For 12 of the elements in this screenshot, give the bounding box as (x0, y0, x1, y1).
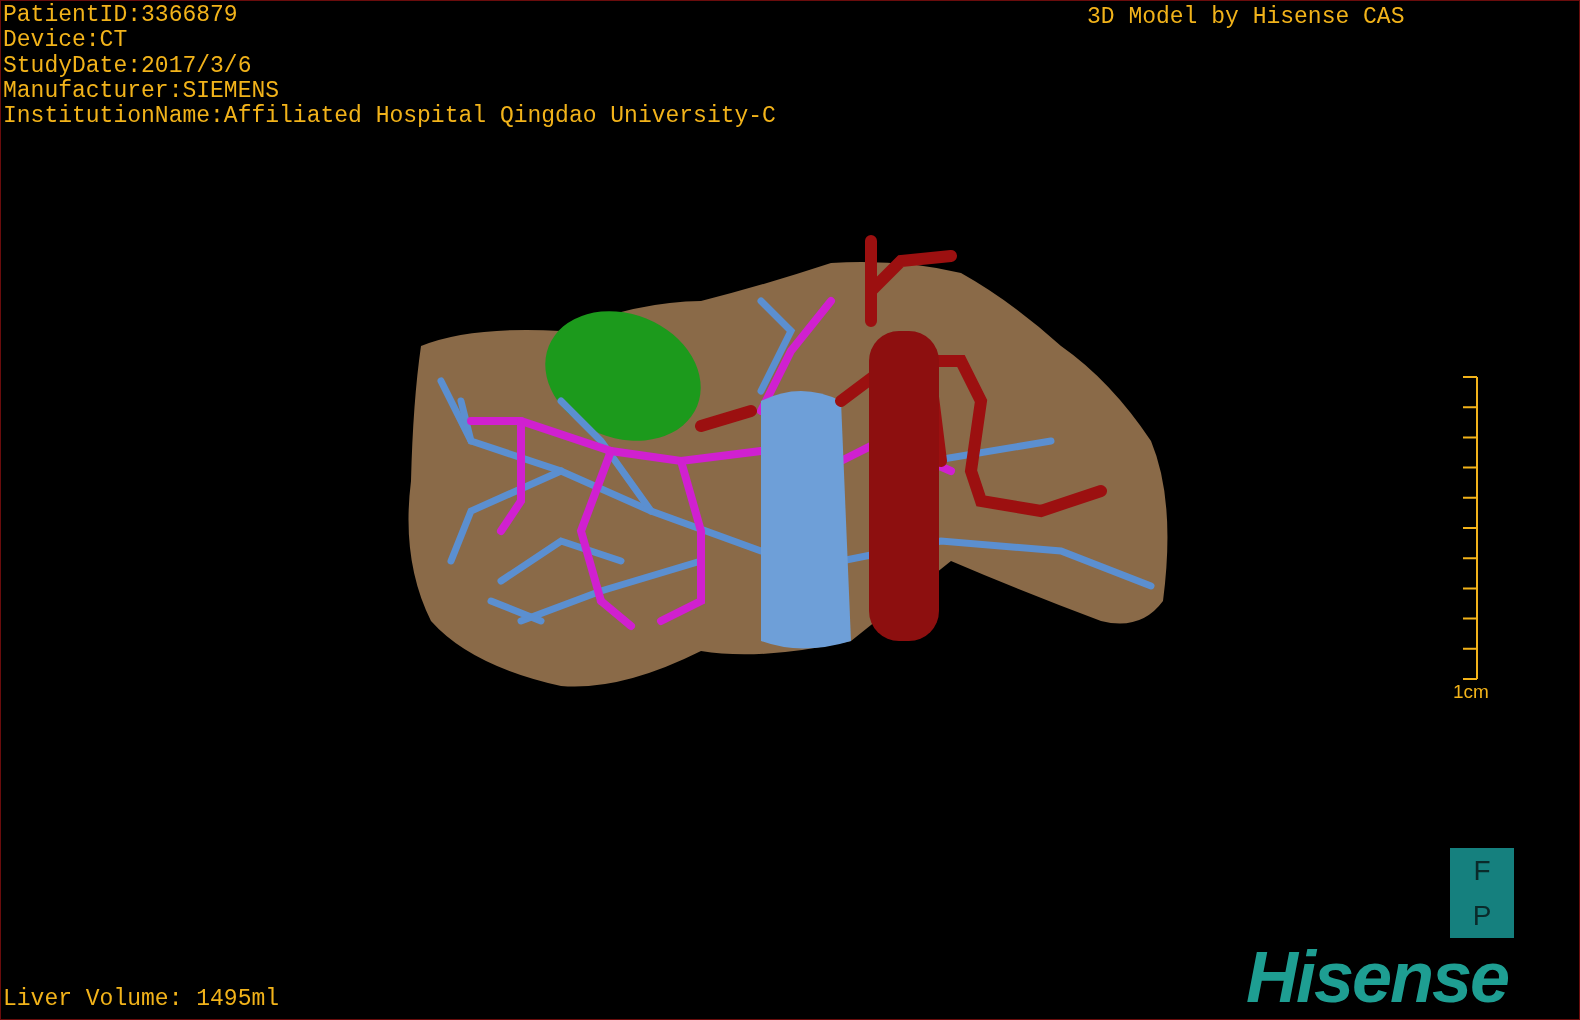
liver-volume: Liver Volume: 1495ml (3, 986, 280, 1012)
viewer-title: 3D Model by Hisense CAS (1087, 4, 1405, 30)
study-info-line: Manufacturer:SIEMENS (3, 78, 281, 104)
study-info-line: StudyDate:2017/3/6 (3, 53, 253, 79)
brand-logo: Hisense (1246, 941, 1509, 1013)
orientation-label: P (1472, 900, 1492, 931)
orientation-cube[interactable]: F P (1450, 848, 1514, 938)
orientation-label: F (1473, 855, 1491, 886)
study-info-line: Device:CT (3, 28, 129, 54)
study-info-line: PatientID:3366879 (3, 3, 239, 28)
scale-label: 1cm (1453, 682, 1489, 702)
study-info-line: InstitutionName:Affiliated Hospital Qingdao University-C (3, 104, 776, 130)
